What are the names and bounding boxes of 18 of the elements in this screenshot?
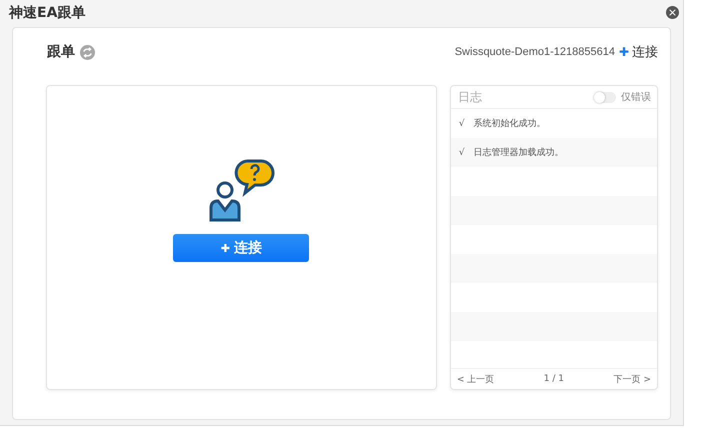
toggle-label: 仅错误 [621, 91, 651, 104]
log-entry: 系统初始化成功。 [474, 118, 546, 130]
user-question-icon [207, 158, 276, 224]
page-indicator: 1 / 1 [544, 374, 564, 384]
check-mark: √ [458, 148, 465, 158]
log-title: 日志 [458, 88, 482, 106]
log-entry: 日志管理器加载成功。 [474, 146, 564, 159]
check-mark: √ [458, 118, 465, 128]
window-title: 神速EA跟单 [9, 4, 86, 22]
prev-page-link[interactable]: < 上一页 [456, 372, 494, 386]
connect-button[interactable]: ✚ 连接 [173, 234, 310, 262]
next-page-link[interactable]: 下一页 > [614, 372, 651, 386]
toggle-switch[interactable] [594, 92, 616, 102]
account-name: Swissquote-Demo1-1218855614 [454, 46, 615, 58]
connect-link[interactable]: ✚ 连接 [618, 43, 658, 61]
refresh-icon[interactable] [80, 44, 95, 60]
close-button[interactable]: × [666, 6, 679, 19]
section-title: 跟单 [47, 43, 75, 61]
